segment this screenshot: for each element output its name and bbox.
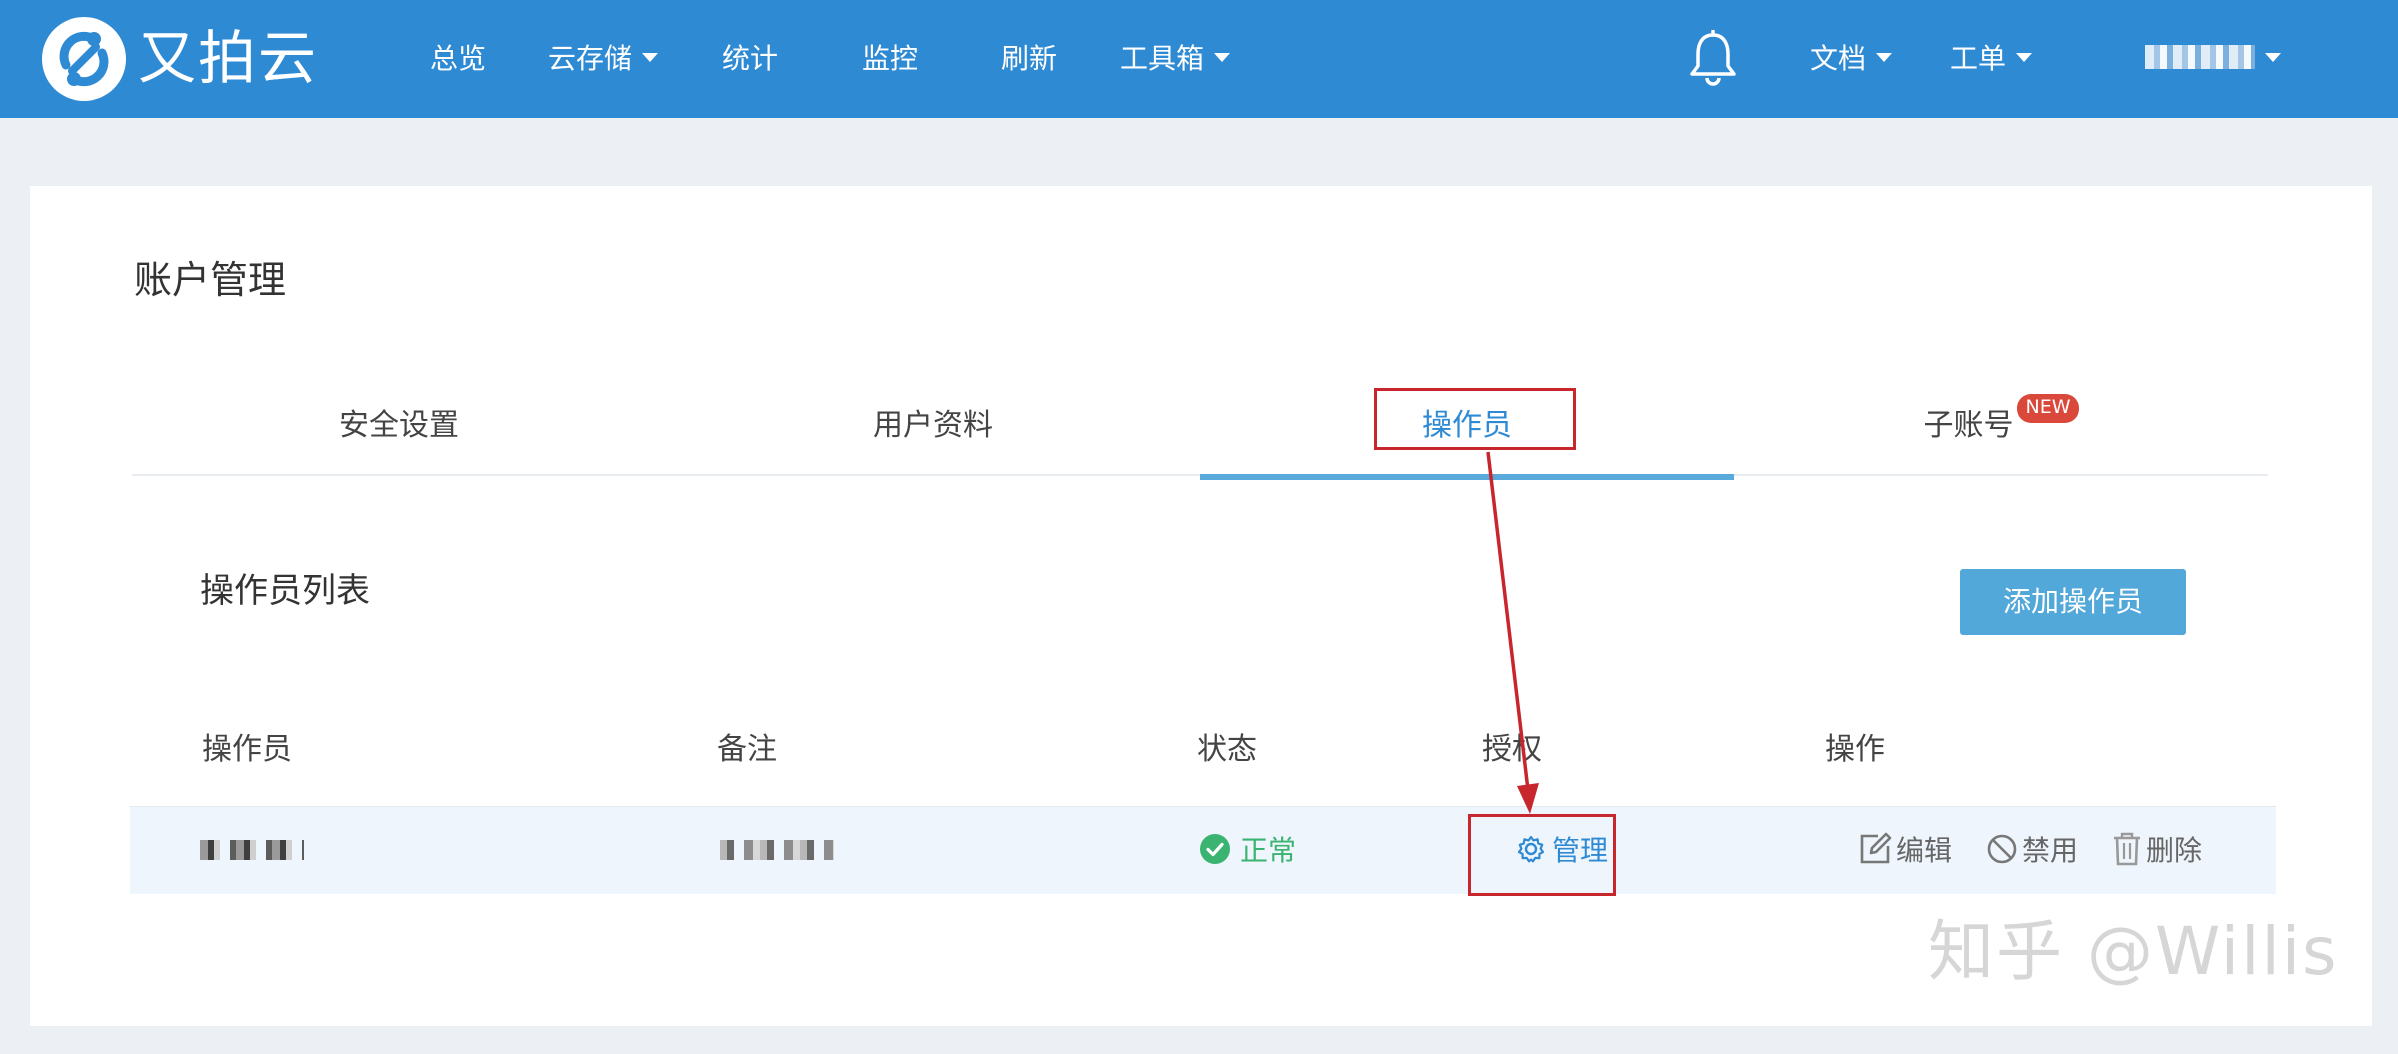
nav-monitor[interactable]: 监控 xyxy=(862,38,918,80)
username-redacted xyxy=(2145,45,2255,69)
chevron-down-icon xyxy=(2265,52,2281,62)
annotation-box-operators-tab xyxy=(1374,388,1576,450)
user-menu[interactable] xyxy=(2145,38,2281,80)
ban-icon xyxy=(1987,834,2017,864)
chevron-down-icon xyxy=(642,52,659,62)
operator-name-redacted xyxy=(200,807,304,895)
tab-security-settings[interactable]: 安全设置 xyxy=(132,376,666,476)
nav-storage[interactable]: 云存储 xyxy=(548,38,659,80)
new-badge: NEW xyxy=(2017,394,2079,423)
edit-button[interactable]: 编辑 xyxy=(1858,832,1952,867)
chevron-down-icon xyxy=(1876,52,1893,62)
top-navbar: 又拍云 总览 云存储 统计 监控 刷新 工具箱 文档 工单 xyxy=(0,0,2398,118)
remark-redacted xyxy=(720,807,834,895)
annotation-box-manage xyxy=(1468,814,1616,896)
nav-ticket[interactable]: 工单 xyxy=(1950,38,2033,80)
column-header-auth: 授权 xyxy=(1482,732,1542,767)
column-header-operator: 操作员 xyxy=(202,732,292,767)
account-tabs: 安全设置 用户资料 操作员 子账号NEW xyxy=(132,376,2268,480)
chevron-down-icon xyxy=(1214,52,1231,62)
nav-toolbox[interactable]: 工具箱 xyxy=(1120,38,1231,80)
nav-stats[interactable]: 统计 xyxy=(722,38,778,80)
tab-user-profile[interactable]: 用户资料 xyxy=(666,376,1200,476)
disable-button[interactable]: 禁用 xyxy=(1986,834,2078,867)
page-title: 账户管理 xyxy=(134,258,287,302)
column-header-remark: 备注 xyxy=(717,732,777,767)
account-panel: 账户管理 安全设置 用户资料 操作员 子账号NEW 操作员列表 添加操作员 操作… xyxy=(30,186,2372,1026)
nav-docs[interactable]: 文档 xyxy=(1810,38,1893,80)
section-title: 操作员列表 xyxy=(200,571,370,611)
add-operator-button[interactable]: 添加操作员 xyxy=(1960,569,2186,635)
brand-logo-icon[interactable] xyxy=(42,17,126,101)
nav-refresh[interactable]: 刷新 xyxy=(1001,38,1057,80)
tab-sub-accounts[interactable]: 子账号NEW xyxy=(1734,376,2268,476)
table-row: 正常 管理 编辑 禁用 删除 xyxy=(130,806,2276,894)
delete-button[interactable]: 删除 xyxy=(2112,832,2202,867)
bell-icon[interactable] xyxy=(1688,29,1738,88)
row-actions: 编辑 禁用 删除 xyxy=(1858,807,2236,895)
column-header-actions: 操作 xyxy=(1825,732,1885,767)
edit-icon xyxy=(1860,832,1892,864)
watermark: 知乎 @Willis xyxy=(1928,913,2339,990)
chevron-down-icon xyxy=(2016,52,2033,62)
nav-overview[interactable]: 总览 xyxy=(430,38,486,80)
status-badge: 正常 xyxy=(1200,807,1296,895)
trash-icon xyxy=(2114,832,2141,866)
column-header-status: 状态 xyxy=(1197,732,1257,767)
brand-name[interactable]: 又拍云 xyxy=(138,24,318,92)
check-circle-icon xyxy=(1200,834,1230,864)
